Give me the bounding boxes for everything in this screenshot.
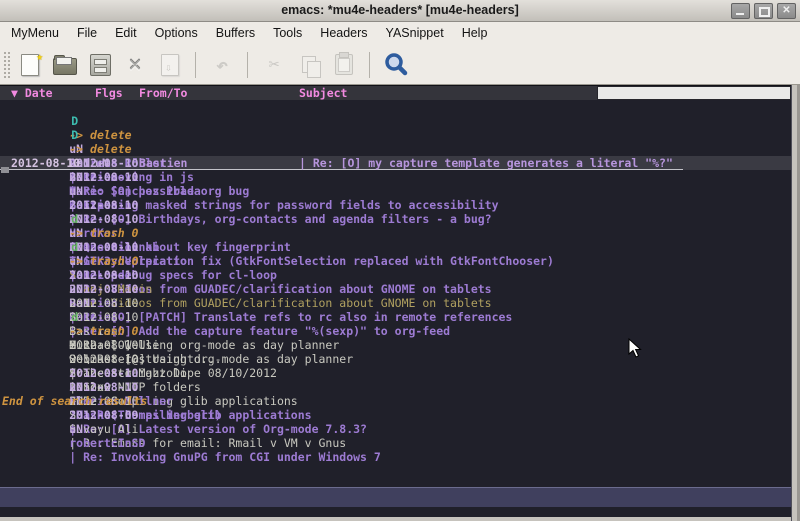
mode-line: *mu4e-headers* ( 5 , 0 ) [All/2.0k] [mu4… [0,487,791,507]
menu-item-label: Tools [273,26,302,40]
toolbar-grip[interactable] [3,51,10,79]
column-date[interactable]: ▼ Date [11,86,95,100]
menu-item[interactable]: Edit [106,22,146,45]
tool-bar: ★ ✕ ⇩ ↶ ✂ [0,45,800,85]
menu-item-label: Help [462,26,488,40]
window-buttons: ✕ [731,3,796,19]
message-row[interactable]: 2012-08-10 uN Bastien | Re: [O] my captu… [0,156,791,170]
header-spacer [0,86,11,100]
message-row[interactable]: D -> delete uaN Bastien | Re: [O] possib… [0,114,791,128]
headerline-right-strip [597,86,791,100]
column-from-to[interactable]: From/To [139,86,299,100]
message-row[interactable]: 2012-08-09 uN robertcInSD | Re: Invoking… [0,380,791,394]
message-row[interactable]: 2012-08-10 uN Xan Lopez - Re: Videos fro… [0,212,791,226]
close-button[interactable]: ✕ [777,3,796,19]
message-row[interactable]: D -> delete uN Andreas Röhler | Re: movi… [0,100,791,114]
maximize-icon [759,7,770,17]
message-row[interactable]: 2012-08-10 uN HardKor | Question about k… [0,170,791,184]
toolbar-separator [369,52,370,78]
menu-item-label: File [77,26,97,40]
menu-item[interactable]: Help [453,22,497,45]
message-subject: | Re: [O] my capture template generates … [299,156,683,169]
menu-item-label: MyMenu [11,26,59,40]
toolbar-separator [195,52,196,78]
undo-icon: ↶ [216,53,228,77]
menu-item[interactable]: File [68,22,106,45]
close-icon: ✕ [778,4,795,18]
search-icon [383,52,409,78]
copy-button [294,50,324,80]
message-sender: Bastien [139,156,299,169]
minimize-button[interactable] [731,3,750,19]
save-button[interactable] [85,50,115,80]
message-flags: uN [69,422,83,436]
search-button[interactable] [381,50,411,80]
menu-item[interactable]: Tools [264,22,311,45]
menu-item[interactable]: MyMenu [2,22,68,45]
title-bar: emacs: *mu4e-headers* [mu4e-headers] ✕ [0,0,800,22]
message-date: 2012-08-10 [11,156,95,169]
message-sender: robertcInSD [69,436,145,450]
maximize-button[interactable] [754,3,773,19]
message-row[interactable]: 2012-08-10 uaN Bastien | Re: [O] Add the… [0,254,791,268]
menu-item[interactable]: Options [146,22,207,45]
message-row[interactable]: 2012-08-10 S Bastien + Re: [O] Using org… [0,268,791,282]
column-flags[interactable]: Flgs [95,86,139,100]
new-file-icon: ★ [21,54,39,76]
end-of-results-text: End of search results [2,394,147,408]
open-folder-icon [53,58,77,75]
menu-item[interactable]: Buffers [207,22,264,45]
paste-button [329,50,359,80]
menu-bar: MyMenu File Edit Options Buffers Tools H… [0,22,800,45]
menu-item-label: YASnippet [386,26,444,40]
menu-item[interactable]: Headers [311,22,376,45]
menu-item-label: Buffers [216,26,255,40]
emacs-window: { "window": { "title": "emacs: *mu4e-hea… [0,0,800,521]
mu4e-headers-buffer: ▼ Date Flgs From/To Subject D -> delete … [0,85,791,517]
message-date: 2012-08-09 [69,408,138,422]
message-row[interactable]: d -> trash 0 S Juanjo Marin - Re: Videos… [0,226,791,240]
down-arrow-icon: ⇩ [165,61,172,74]
menu-item-label: Options [155,26,198,40]
cut-button: ✂ [259,50,289,80]
star-icon: ★ [36,50,43,63]
message-list: D -> delete uN Andreas Röhler | Re: movi… [0,100,791,394]
message-row[interactable]: 2012-08-10 uN Bastien | Re: [O] [PATCH] … [0,240,791,254]
message-subject: | Re: Invoking GnuPG from CGI under Wind… [69,450,381,464]
echo-area[interactable] [0,507,791,517]
save-as-button: ⇩ [155,50,185,80]
open-file-button[interactable] [50,50,80,80]
close-buffer-button[interactable]: ✕ [120,50,150,80]
toolbar-separator [247,52,248,78]
message-row[interactable]: 2012-08-10 uN Florian Müllner \ Re: Comp… [0,338,791,352]
text-cursor [1,167,9,173]
undo-button: ↶ [207,50,237,80]
menu-item-label: Headers [320,26,367,40]
message-flags: uN [95,156,139,169]
message-row[interactable]: 2012-08-10 uN 'Mash (Thomas Herbert) | R… [0,352,791,366]
copy-icon [302,56,316,73]
message-row[interactable]: 2012-08-10 uN Mario Sanchez Prada | Expo… [0,128,791,142]
save-as-icon: ⇩ [161,54,179,76]
close-buffer-icon: ✕ [128,54,141,76]
message-row[interactable]: 2012-08-10 S Suvayu Ali | Re: Emacs for … [0,366,791,380]
new-file-button[interactable]: ★ [15,50,45,80]
menu-item[interactable]: YASnippet [377,22,453,45]
message-row[interactable]: 2012-08-10 uN Frans Oilinki | GTK3 depre… [0,184,791,198]
message-row[interactable]: 2012-08-10 uN Bastien | Re: [O] Birthday… [0,142,791,156]
save-icon [90,54,111,76]
window-title: emacs: *mu4e-headers* [mu4e-headers] [0,0,800,21]
minimize-icon [736,13,744,15]
cut-icon: ✂ [269,54,280,75]
paste-icon [335,54,353,75]
frame-bottom-edge [0,517,791,521]
menu-item-label: Edit [115,26,137,40]
